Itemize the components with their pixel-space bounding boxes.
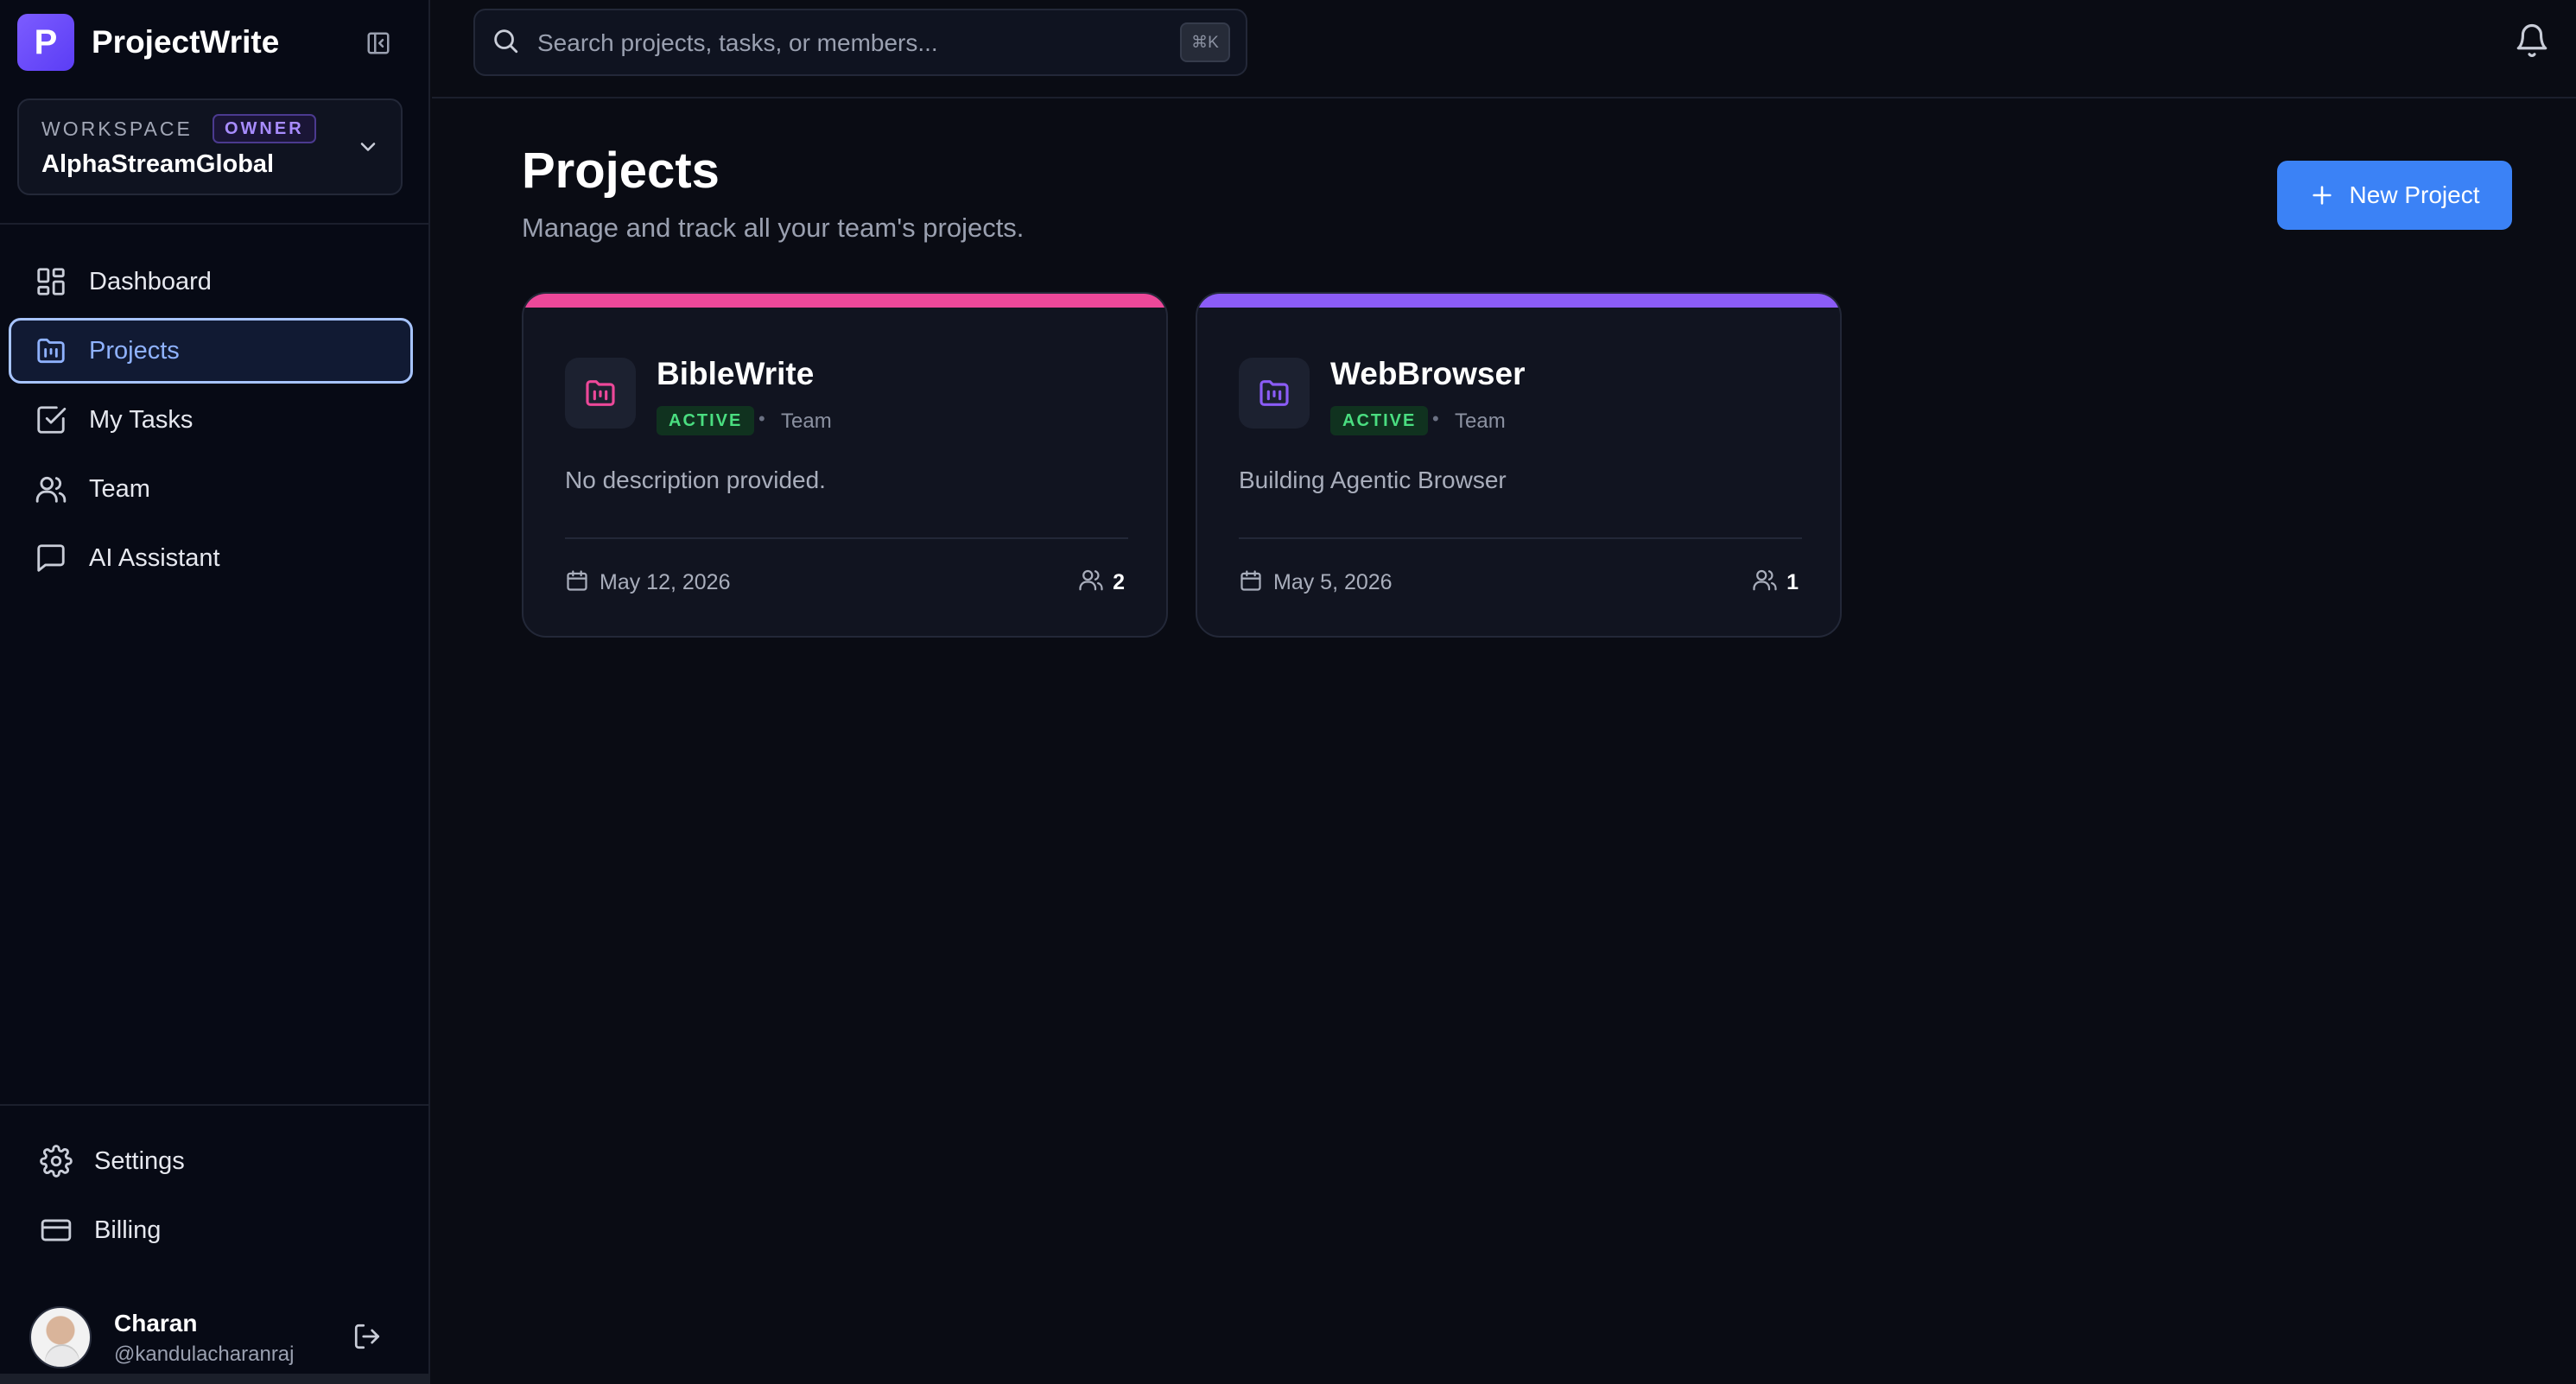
avatar (29, 1306, 92, 1368)
brand[interactable]: P ProjectWrite (17, 14, 279, 71)
sidebar-item-dashboard[interactable]: Dashboard (9, 249, 413, 314)
main-nav: Dashboard Projects My Tasks Team AI Assi… (9, 249, 413, 594)
secondary-nav: Settings Billing (16, 1128, 413, 1267)
project-folder-icon (1239, 358, 1310, 429)
sidebar-toggle-icon (367, 32, 390, 54)
sidebar-item-team[interactable]: Team (9, 456, 413, 522)
project-card-biblewrite[interactable]: BibleWrite ACTIVE • Team No description … (522, 292, 1168, 638)
search-shortcut-badge: ⌘K (1180, 22, 1230, 62)
project-type: Team (781, 409, 832, 433)
calendar-icon (567, 570, 587, 591)
check-square-icon (34, 403, 68, 437)
project-description: Building Agentic Browser (1239, 467, 1507, 493)
search-input[interactable] (537, 22, 1142, 64)
collapse-sidebar-button[interactable] (361, 26, 396, 60)
sidebar-item-label: Settings (94, 1146, 185, 1175)
sidebar-item-settings[interactable]: Settings (16, 1128, 413, 1194)
sidebar-divider (0, 223, 430, 225)
users-icon (34, 472, 68, 506)
project-name: BibleWrite (657, 356, 815, 391)
project-name: WebBrowser (1330, 356, 1526, 391)
dashboard-icon (34, 264, 68, 299)
chat-icon (34, 541, 68, 575)
sidebar-item-label: Dashboard (89, 267, 212, 295)
status-badge: ACTIVE (657, 406, 755, 435)
app-name: ProjectWrite (92, 24, 280, 60)
page-subtitle: Manage and track all your team's project… (522, 213, 1025, 243)
sidebar-item-ai-assistant[interactable]: AI Assistant (9, 525, 413, 591)
workspace-name: AlphaStreamGlobal (41, 150, 275, 178)
notifications-button[interactable] (2514, 22, 2555, 64)
sidebar-item-label: Team (89, 474, 150, 503)
new-project-button[interactable]: New Project (2277, 161, 2512, 230)
user-profile[interactable]: Charan @kandulacharanraj (29, 1303, 401, 1368)
plus-icon (2310, 183, 2334, 207)
project-accent-bar (1197, 294, 1840, 308)
card-divider (1239, 537, 1802, 539)
sidebar-item-label: AI Assistant (89, 543, 220, 572)
project-type: Team (1455, 409, 1506, 433)
search-icon (494, 29, 518, 54)
bell-icon (2516, 24, 2547, 57)
member-count: 2 (1113, 570, 1125, 594)
workspace-role-badge: OWNER (213, 114, 316, 143)
search-bar: ⌘K (473, 9, 1247, 76)
sidebar-item-projects[interactable]: Projects (9, 318, 413, 384)
app-root: P ProjectWrite WORKSPACE OWNER AlphaStre… (0, 0, 2576, 1384)
project-description: No description provided. (565, 467, 826, 493)
user-handle: @kandulacharanraj (114, 1343, 295, 1366)
page-title: Projects (522, 143, 720, 199)
sidebar-item-label: Projects (89, 336, 180, 365)
project-card-webbrowser[interactable]: WebBrowser ACTIVE • Team Building Agenti… (1196, 292, 1842, 638)
credit-card-icon (39, 1213, 73, 1248)
folder-icon (34, 333, 68, 368)
card-divider (565, 537, 1128, 539)
project-folder-icon (565, 358, 636, 429)
project-date: May 5, 2026 (1273, 570, 1393, 594)
app-logo: P (17, 14, 74, 71)
status-badge: ACTIVE (1330, 406, 1429, 435)
meta-separator: • (1432, 408, 1439, 429)
new-project-label: New Project (2349, 181, 2480, 208)
project-date: May 12, 2026 (600, 570, 731, 594)
project-accent-bar (523, 294, 1166, 308)
sidebar: P ProjectWrite WORKSPACE OWNER AlphaStre… (0, 0, 430, 1384)
sidebar-item-billing[interactable]: Billing (16, 1197, 413, 1263)
sidebar-item-my-tasks[interactable]: My Tasks (9, 387, 413, 453)
workspace-switcher[interactable]: WORKSPACE OWNER AlphaStreamGlobal (17, 98, 403, 195)
users-icon (1753, 569, 1777, 591)
sidebar-scrollbar[interactable] (0, 1374, 430, 1384)
workspace-label: WORKSPACE (41, 117, 193, 140)
chevron-down-icon (360, 143, 376, 151)
top-bar: ⌘K (432, 0, 2576, 98)
gear-icon (39, 1144, 73, 1178)
logout-button[interactable] (352, 1322, 387, 1356)
calendar-icon (1240, 570, 1261, 591)
logout-icon (354, 1324, 380, 1349)
user-name: Charan (114, 1310, 198, 1336)
sidebar-item-label: Billing (94, 1216, 162, 1244)
sidebar-item-label: My Tasks (89, 405, 194, 434)
meta-separator: • (758, 408, 765, 429)
users-icon (1079, 569, 1103, 591)
sidebar-divider (0, 1104, 430, 1106)
member-count: 1 (1786, 570, 1799, 594)
